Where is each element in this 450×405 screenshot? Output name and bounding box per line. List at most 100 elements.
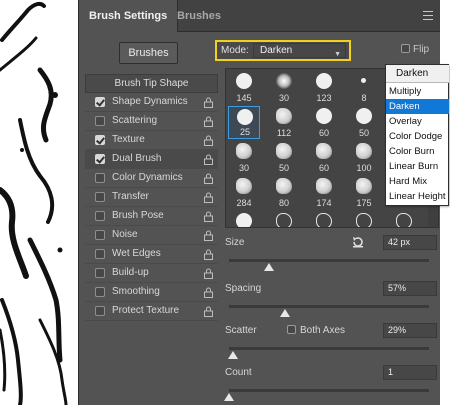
brush-tip-preview (236, 143, 252, 159)
brush-option-checkbox[interactable] (95, 116, 105, 126)
brush-option-row[interactable]: Scattering (85, 112, 218, 131)
brush-preset-thumbnail[interactable]: 80 (268, 176, 300, 209)
lock-icon[interactable] (203, 173, 214, 184)
brush-option-row[interactable]: Brush Pose (85, 207, 218, 226)
mode-value: Darken (260, 45, 293, 56)
brush-option-row[interactable]: Build-up (85, 264, 218, 283)
lock-icon[interactable] (203, 97, 214, 108)
spacing-slider-track[interactable] (229, 305, 429, 308)
brush-option-checkbox[interactable] (95, 154, 105, 164)
brush-tip-shape-button[interactable]: Brush Tip Shape (85, 74, 218, 93)
blend-mode-option[interactable]: Color Dodge (386, 129, 449, 144)
both-axes-checkbox[interactable]: Both Axes (287, 325, 345, 336)
brush-option-checkbox[interactable] (95, 135, 105, 145)
brush-option-row[interactable]: Shape Dynamics (85, 93, 218, 112)
scatter-slider-track[interactable] (229, 347, 429, 350)
brush-preset-thumbnail[interactable] (308, 211, 340, 227)
brush-preset-thumbnail[interactable]: 112 (268, 106, 300, 139)
blend-mode-option[interactable]: Hard Mix (386, 174, 449, 189)
brush-preset-thumbnail[interactable] (388, 211, 420, 227)
brush-preset-size: 80 (278, 198, 289, 208)
brush-preset-thumbnail[interactable] (268, 211, 300, 227)
blend-mode-option[interactable]: Darken (386, 99, 449, 114)
lock-icon[interactable] (203, 306, 214, 317)
brush-preset-thumbnail[interactable]: 50 (228, 211, 260, 227)
lock-icon[interactable] (203, 211, 214, 222)
brush-option-checkbox[interactable] (95, 173, 105, 183)
brush-option-checkbox[interactable] (95, 211, 105, 221)
brush-option-row[interactable]: Smoothing (85, 283, 218, 302)
mode-control: Mode: Darken ▼ (215, 40, 351, 61)
canvas-left[interactable] (0, 0, 78, 405)
size-slider-thumb[interactable] (264, 263, 274, 271)
brush-preset-thumbnail[interactable]: 25 (228, 106, 260, 139)
brush-option-checkbox[interactable] (95, 268, 105, 278)
brush-preset-thumbnail[interactable]: 145 (228, 71, 260, 104)
brush-preset-thumbnail[interactable]: 100 (348, 141, 380, 174)
blend-mode-option[interactable]: Linear Burn (386, 159, 449, 174)
count-slider-thumb[interactable] (224, 393, 234, 401)
tab-brush-settings[interactable]: Brush Settings (79, 0, 179, 32)
brush-options-list: Shape Dynamics Scattering Texture Dual Brus… (85, 93, 218, 321)
lock-icon[interactable] (203, 154, 214, 165)
brush-preset-thumbnail[interactable]: 284 (228, 176, 260, 209)
blend-mode-option[interactable]: Linear Height (386, 189, 449, 204)
scatter-input[interactable]: 29% (383, 323, 437, 338)
brush-preset-thumbnail[interactable]: 50 (348, 106, 380, 139)
brush-option-row[interactable]: Wet Edges (85, 245, 218, 264)
lock-icon[interactable] (203, 135, 214, 146)
size-input[interactable]: 42 px (383, 235, 437, 250)
lock-icon[interactable] (203, 249, 214, 260)
blend-mode-dropdown: Darken Multiply Darken Overlay Color Dodge C… (385, 64, 449, 206)
count-slider-track[interactable] (229, 389, 429, 392)
mode-select[interactable]: Darken ▼ (253, 43, 346, 58)
brushes-button[interactable]: Brushes (119, 42, 178, 64)
brush-preset-thumbnail[interactable]: 175 (348, 176, 380, 209)
blend-mode-current[interactable]: Darken (386, 65, 449, 83)
brush-preset-thumbnail[interactable]: 123 (308, 71, 340, 104)
brush-option-checkbox[interactable] (95, 97, 105, 107)
lock-icon[interactable] (203, 287, 214, 298)
blend-mode-option[interactable]: Multiply (386, 84, 449, 99)
brush-option-row[interactable]: Color Dynamics (85, 169, 218, 188)
brush-option-row[interactable]: Protect Texture (85, 302, 218, 321)
brush-option-row[interactable]: Texture (85, 131, 218, 150)
tab-brushes[interactable]: Brushes (167, 0, 231, 32)
scatter-slider-thumb[interactable] (228, 351, 238, 359)
brush-option-label: Wet Edges (112, 248, 161, 259)
brush-option-checkbox[interactable] (95, 192, 105, 202)
lock-icon[interactable] (203, 192, 214, 203)
blend-mode-option[interactable]: Overlay (386, 114, 449, 129)
size-slider-track[interactable] (229, 259, 429, 262)
brush-option-checkbox[interactable] (95, 230, 105, 240)
brush-preset-thumbnail[interactable]: 60 (308, 141, 340, 174)
flip-checkbox[interactable]: Flip (401, 44, 429, 55)
lock-icon[interactable] (203, 230, 214, 241)
brush-option-checkbox[interactable] (95, 306, 105, 316)
spacing-slider-thumb[interactable] (280, 309, 290, 317)
brush-preset-thumbnail[interactable]: 30 (268, 71, 300, 104)
count-input[interactable]: 1 (383, 365, 437, 380)
brush-preset-thumbnail[interactable]: 60 (308, 106, 340, 139)
flip-checkbox-box[interactable] (401, 44, 410, 53)
brush-preset-thumbnail[interactable] (348, 211, 380, 227)
brush-preset-thumbnail[interactable]: 174 (308, 176, 340, 209)
lock-icon[interactable] (203, 116, 214, 127)
spacing-input[interactable]: 57% (383, 281, 437, 296)
both-axes-box[interactable] (287, 325, 296, 334)
panel-menu-icon[interactable] (423, 11, 433, 20)
brush-preset-thumbnail[interactable]: 8 (348, 71, 380, 104)
brush-preset-thumbnail[interactable]: 50 (268, 141, 300, 174)
brush-preset-thumbnail[interactable]: 30 (228, 141, 260, 174)
brush-option-checkbox[interactable] (95, 249, 105, 259)
panel-tab-bar: Brush Settings Brushes (79, 0, 441, 32)
brush-tip-preview (396, 213, 412, 227)
lock-icon[interactable] (203, 268, 214, 279)
brush-option-checkbox[interactable] (95, 287, 105, 297)
brush-option-row[interactable]: Transfer (85, 188, 218, 207)
blend-mode-option[interactable]: Color Burn (386, 144, 449, 159)
brush-option-row[interactable]: Dual Brush (85, 150, 218, 169)
brush-tip-preview (236, 178, 252, 194)
reset-size-icon[interactable] (351, 235, 365, 249)
brush-option-row[interactable]: Noise (85, 226, 218, 245)
